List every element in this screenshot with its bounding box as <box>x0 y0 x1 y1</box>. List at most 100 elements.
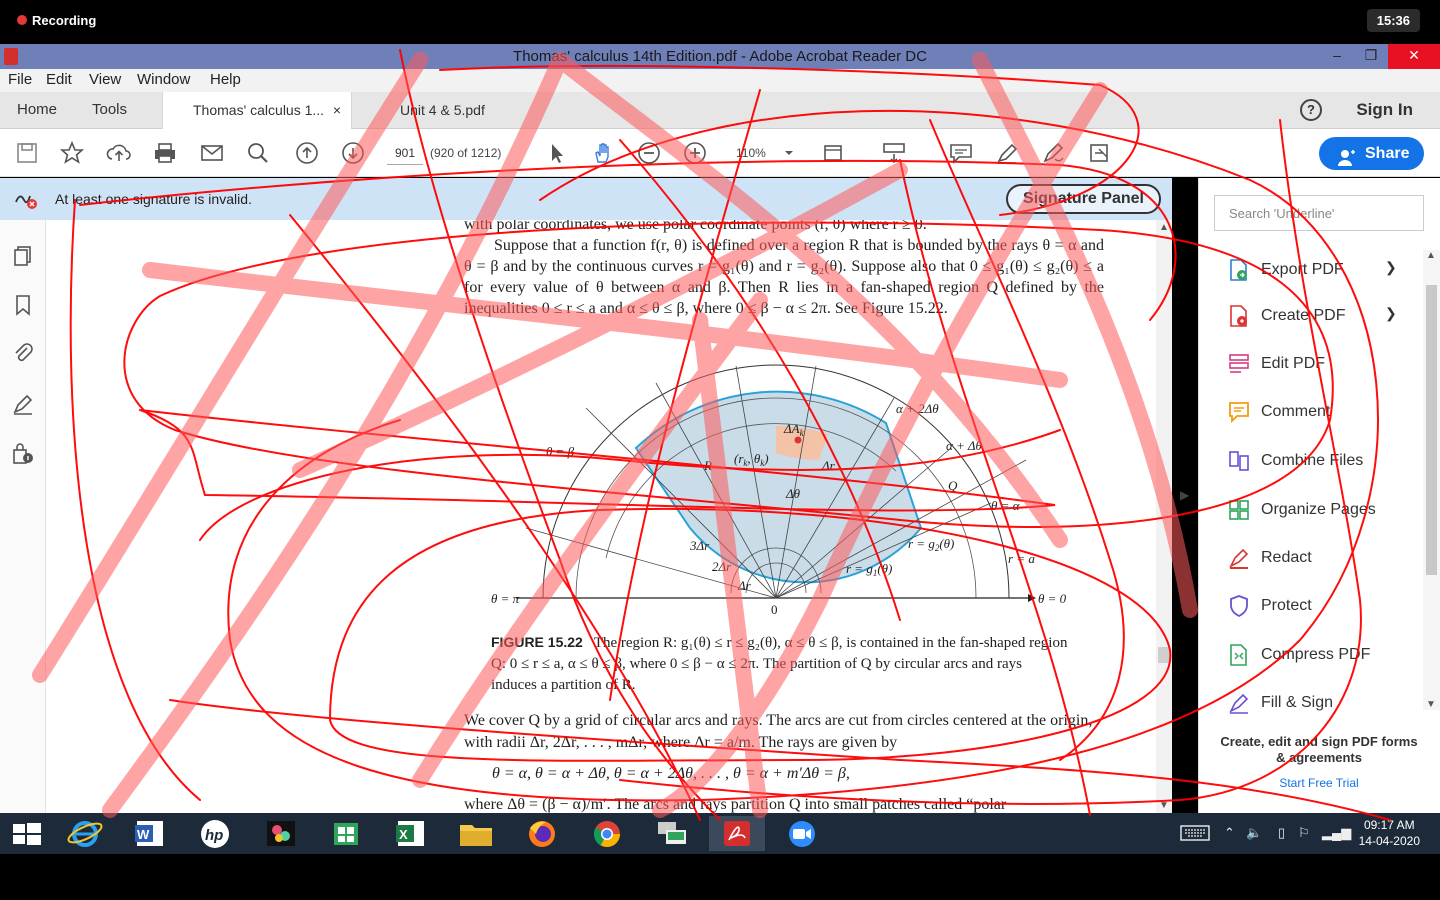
svg-text:R: R <box>703 458 712 473</box>
zoom-dropdown-chevron-icon[interactable] <box>780 141 806 165</box>
tools-pane-scroll-thumb[interactable] <box>1426 285 1437 575</box>
more-tools-icon[interactable] <box>1087 141 1113 165</box>
tab-home[interactable]: Home <box>17 92 57 129</box>
page-number-input[interactable]: 901 <box>387 141 423 165</box>
tab-tools[interactable]: Tools <box>92 92 127 129</box>
fit-page-icon[interactable] <box>821 141 847 165</box>
print-icon[interactable] <box>152 141 178 165</box>
chrome-icon[interactable] <box>579 816 635 851</box>
zoom-level-select[interactable]: 110% <box>736 146 766 160</box>
signal-icon[interactable]: ▂▄▆ <box>1322 825 1351 841</box>
compress-pdf-icon <box>1227 643 1251 667</box>
tab-unit-4-5[interactable]: Unit 4 & 5.pdf <box>400 92 485 129</box>
sign-in-button[interactable]: Sign In <box>1356 92 1413 128</box>
email-icon[interactable] <box>199 141 225 165</box>
microsoft-excel-icon[interactable]: X <box>383 816 439 851</box>
tab-close-icon[interactable]: × <box>333 92 341 128</box>
bookmark-star-icon[interactable] <box>59 140 85 165</box>
acrobat-reader-taskbar-icon[interactable] <box>709 816 765 851</box>
redact-tool[interactable]: Redact <box>1227 544 1407 572</box>
highlight-pen-icon[interactable] <box>994 141 1020 165</box>
select-cursor-icon[interactable] <box>544 141 570 165</box>
maximize-button[interactable]: ❐ <box>1354 44 1388 69</box>
attachments-icon[interactable] <box>11 341 35 365</box>
flag-icon[interactable]: ⚐ <box>1298 825 1310 841</box>
chevron-down-icon[interactable]: ❯ <box>1385 259 1397 276</box>
chevron-down-icon[interactable]: ❯ <box>1385 305 1397 322</box>
minimize-button[interactable]: – <box>1320 44 1354 69</box>
shield-icon <box>1227 594 1251 618</box>
menu-edit[interactable]: Edit <box>46 71 72 88</box>
save-icon[interactable] <box>14 141 40 165</box>
create-pdf-tool[interactable]: Create PDF ❯ <box>1227 302 1407 330</box>
sign-pen-icon[interactable] <box>1041 141 1067 165</box>
hp-support-icon[interactable]: hp <box>187 816 243 851</box>
compress-pdf-tool[interactable]: Compress PDF <box>1227 641 1407 669</box>
network-tool-icon[interactable] <box>644 816 700 851</box>
touch-keyboard-icon[interactable] <box>1180 825 1210 844</box>
file-explorer-icon[interactable] <box>448 816 504 851</box>
tools-pane-scrollbar[interactable]: ▲ ▼ <box>1423 250 1440 710</box>
page-count: (920 of 1212) <box>430 146 502 160</box>
scroll-up-icon[interactable]: ▲ <box>1426 250 1436 261</box>
recording-clock: 15:36 <box>1366 9 1420 32</box>
document-scroll-thumb[interactable] <box>1158 647 1170 663</box>
scroll-mode-icon[interactable] <box>881 141 907 165</box>
system-clock[interactable]: 09:17 AM 14-04-2020 <box>1359 817 1420 849</box>
security-info-icon[interactable] <box>11 442 35 466</box>
menu-file[interactable]: File <box>8 71 32 88</box>
zoom-in-icon[interactable] <box>682 141 708 165</box>
compress-pdf-label: Compress PDF <box>1261 646 1371 663</box>
organize-pages-tool[interactable]: Organize Pages <box>1227 496 1407 524</box>
page-thumbnails-icon[interactable] <box>11 244 35 268</box>
scroll-up-icon[interactable]: ▲ <box>1159 222 1169 233</box>
protect-tool[interactable]: Protect <box>1227 592 1407 620</box>
fill-sign-tool[interactable]: Fill & Sign <box>1227 689 1407 717</box>
comment-icon[interactable] <box>948 141 974 165</box>
internet-explorer-icon[interactable] <box>57 816 113 851</box>
fill-sign-pen-icon <box>1227 691 1251 715</box>
zoom-meetings-icon[interactable] <box>774 816 830 851</box>
firefox-icon[interactable] <box>514 816 570 851</box>
tab-thomas-calculus[interactable]: Thomas' calculus 1... × <box>162 92 352 129</box>
edit-pdf-tool[interactable]: Edit PDF <box>1227 350 1407 378</box>
search-icon[interactable] <box>245 141 271 165</box>
signature-panel-button[interactable]: Signature Panel <box>1006 184 1161 214</box>
previous-page-icon[interactable] <box>294 141 320 165</box>
svg-text:(rk, θk): (rk, θk) <box>734 451 769 468</box>
start-button-icon[interactable] <box>0 816 56 851</box>
hand-tool-icon[interactable] <box>590 141 616 165</box>
battery-icon[interactable]: ▯ <box>1278 825 1285 841</box>
share-button-label: Share <box>1365 145 1410 162</box>
zoom-out-icon[interactable] <box>636 141 662 165</box>
svg-text:θ = 0: θ = 0 <box>1038 591 1067 606</box>
share-button[interactable]: Share <box>1319 137 1424 170</box>
organize-pages-label: Organize Pages <box>1261 501 1376 518</box>
start-free-trial-link[interactable]: Start Free Trial <box>1219 776 1419 790</box>
photo-app-icon[interactable] <box>253 816 309 851</box>
microsoft-word-icon[interactable]: W <box>122 816 178 851</box>
upload-cloud-icon[interactable] <box>106 141 132 165</box>
x-axis-arrow <box>1028 594 1036 602</box>
menu-window[interactable]: Window <box>137 71 190 88</box>
close-button[interactable]: ✕ <box>1388 44 1440 69</box>
menu-view[interactable]: View <box>89 71 121 88</box>
toolbar: 901 (920 of 1212) 110% <box>0 129 1440 177</box>
bookmarks-icon[interactable] <box>11 293 35 317</box>
scroll-down-icon[interactable]: ▼ <box>1159 800 1169 811</box>
tools-search-input[interactable]: Search 'Underline' <box>1214 195 1424 231</box>
document-scrollbar[interactable]: ▲ ▼ <box>1156 220 1172 813</box>
next-page-icon[interactable] <box>340 141 366 165</box>
comment-tool[interactable]: Comment <box>1227 398 1407 426</box>
help-icon[interactable]: ? <box>1300 99 1322 121</box>
store-app-icon[interactable] <box>318 816 374 851</box>
show-hidden-icons-icon[interactable]: ⌃ <box>1224 825 1235 841</box>
volume-icon[interactable]: 🔈 <box>1246 825 1262 841</box>
expand-right-panel-icon[interactable]: ▶ <box>1180 488 1189 502</box>
combine-files-tool[interactable]: Combine Files <box>1227 447 1407 475</box>
signatures-icon[interactable] <box>11 392 35 416</box>
menu-help[interactable]: Help <box>210 71 241 88</box>
window-title: Thomas' calculus 14th Edition.pdf - Adob… <box>513 48 927 65</box>
scroll-down-icon[interactable]: ▼ <box>1426 699 1436 710</box>
export-pdf-tool[interactable]: Export PDF ❯ <box>1227 256 1407 284</box>
